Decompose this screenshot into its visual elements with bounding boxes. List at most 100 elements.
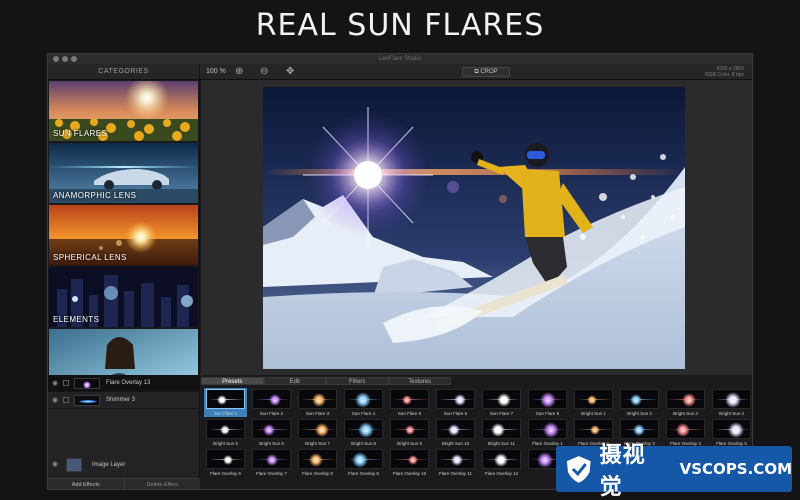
- preset-tile[interactable]: Bright Sun 6: [250, 418, 293, 447]
- flare-streak: [439, 399, 474, 400]
- watermark-badge: 摄视觉 VSCOPS.COM: [556, 443, 792, 500]
- flare-glow: [537, 452, 553, 468]
- layer-checkbox[interactable]: [63, 380, 69, 386]
- preset-tile[interactable]: Sun Flare 4: [342, 388, 385, 417]
- flare-glow: [587, 395, 597, 405]
- flare-streak: [669, 429, 704, 430]
- flare-streak: [485, 399, 520, 400]
- preset-thumbnail: [482, 449, 521, 469]
- preset-tile[interactable]: Bright Sun 4: [710, 388, 752, 417]
- preset-thumbnail: [436, 419, 475, 439]
- tab-filters[interactable]: Filters: [326, 377, 389, 385]
- category-elements[interactable]: ELEMENTS: [49, 267, 198, 327]
- preset-tile[interactable]: Flare Overlay 12: [480, 448, 523, 477]
- preset-tile[interactable]: Flare Overlay 6: [204, 448, 247, 477]
- flare-glow: [405, 425, 415, 435]
- preset-thumbnail: [344, 389, 383, 409]
- flare-glow: [494, 453, 508, 467]
- tab-presets[interactable]: Presets: [201, 377, 264, 385]
- layer-thumbnail: [74, 378, 100, 389]
- preset-label: Bright Sun 3: [673, 411, 698, 416]
- preset-tile[interactable]: Bright Sun 5: [204, 418, 247, 447]
- visibility-eye-icon[interactable]: ◉: [52, 392, 58, 409]
- category-spherical-lens[interactable]: SPHERICAL LENS: [49, 205, 198, 265]
- preset-tile[interactable]: Flare Overlay 7: [250, 448, 293, 477]
- flare-streak: [715, 429, 750, 430]
- image-layer-row[interactable]: ◉ Image Layer: [48, 455, 200, 475]
- preset-tile[interactable]: Flare Overlay 5: [710, 418, 752, 447]
- preset-tile[interactable]: Bright Sun 10: [434, 418, 477, 447]
- flare-streak: [439, 429, 474, 430]
- categories-sidebar: SUN FLARES ANAMORPHIC LENS SPHERICAL LEN…: [48, 80, 200, 389]
- preset-tile[interactable]: Flare Overlay 10: [388, 448, 431, 477]
- layer-name: Shimmer 3: [106, 397, 136, 403]
- window-title: LenFlare Studio: [378, 56, 422, 62]
- preview-image[interactable]: [263, 87, 685, 369]
- preset-tile[interactable]: Flare Overlay 11: [434, 448, 477, 477]
- preset-tile[interactable]: Bright Sun 9: [388, 418, 431, 447]
- flare-glow: [269, 394, 281, 406]
- flare-glow: [312, 393, 326, 407]
- flare-streak: [255, 429, 290, 430]
- category-anamorphic-lens[interactable]: ANAMORPHIC LENS: [49, 143, 198, 203]
- move-icon[interactable]: ✥: [286, 64, 294, 80]
- preset-thumbnail: [390, 449, 429, 469]
- flare-streak: [209, 399, 244, 400]
- preset-tile[interactable]: Sun Flare 8: [526, 388, 569, 417]
- preset-tile[interactable]: Flare Overlay 1: [526, 418, 569, 447]
- flare-streak: [255, 459, 290, 460]
- zoom-level[interactable]: 100 %: [206, 64, 226, 80]
- preset-tile[interactable]: Flare Overlay 9: [342, 448, 385, 477]
- watermark-en: VSCOPS.COM: [679, 460, 792, 478]
- preset-tile[interactable]: Sun Flare 1: [204, 388, 247, 417]
- preset-thumbnail: [666, 389, 705, 409]
- category-sun-flares[interactable]: SUN FLARES: [49, 81, 198, 141]
- preset-tile[interactable]: Bright Sun 2: [618, 388, 661, 417]
- flare-streak: [439, 459, 474, 460]
- tab-textures[interactable]: Textures: [388, 377, 451, 385]
- color-info: RGB Color, 8 bpc: [705, 72, 744, 78]
- preset-tile[interactable]: Sun Flare 6: [434, 388, 477, 417]
- preset-label: Bright Sun 5: [213, 441, 238, 446]
- zoom-in-icon[interactable]: ⊕: [235, 64, 243, 80]
- flare-glow: [540, 392, 556, 408]
- preset-tile[interactable]: Bright Sun 1: [572, 388, 615, 417]
- preset-tile[interactable]: Bright Sun 3: [664, 388, 707, 417]
- preset-tile[interactable]: Sun Flare 2: [250, 388, 293, 417]
- tab-edit[interactable]: Edit: [263, 377, 326, 385]
- preset-thumbnail: [666, 419, 705, 439]
- preset-thumbnail: [298, 389, 337, 409]
- preset-thumbnail: [574, 389, 613, 409]
- preset-tile[interactable]: Bright Sun 11: [480, 418, 523, 447]
- visibility-eye-icon[interactable]: ◉: [52, 375, 58, 392]
- crop-button[interactable]: ⧉ CROP: [462, 67, 510, 77]
- preset-tile[interactable]: Flare Overlay 8: [296, 448, 339, 477]
- preset-tile[interactable]: Bright Sun 7: [296, 418, 339, 447]
- visibility-eye-icon[interactable]: ◉: [52, 455, 58, 475]
- flare-streak: [577, 429, 612, 430]
- preset-thumbnail: [206, 449, 245, 469]
- preset-tile[interactable]: Sun Flare 3: [296, 388, 339, 417]
- flare-glow: [590, 425, 600, 435]
- preset-tile[interactable]: Sun Flare 5: [388, 388, 431, 417]
- preset-thumbnail: [298, 449, 337, 469]
- preset-thumbnail: [712, 389, 751, 409]
- zoom-out-icon[interactable]: ⊖: [260, 64, 268, 80]
- category-label: ELEMENTS: [53, 315, 100, 324]
- layer-checkbox[interactable]: [63, 397, 69, 403]
- preset-tile[interactable]: Sun Flare 7: [480, 388, 523, 417]
- layer-row[interactable]: ◉ Shimmer 3: [48, 392, 199, 409]
- image-layer-thumbnail: [66, 458, 82, 472]
- preset-tile[interactable]: Bright Sun 8: [342, 418, 385, 447]
- preset-tile[interactable]: Flare Overlay 4: [664, 418, 707, 447]
- preset-label: Flare Overlay 8: [302, 471, 333, 476]
- layer-row[interactable]: ◉ Flare Overlay 13: [48, 375, 199, 392]
- preset-thumbnail: [390, 419, 429, 439]
- add-effects-button[interactable]: Add Effects: [48, 478, 124, 489]
- flare-streak: [347, 399, 382, 400]
- flare-streak: [393, 459, 428, 460]
- preset-label: Bright Sun 9: [397, 441, 422, 446]
- preset-label: Sun Flare 8: [535, 411, 560, 416]
- preset-label: Flare Overlay 11: [439, 471, 472, 476]
- delete-effect-button[interactable]: Delete Effect: [123, 478, 200, 489]
